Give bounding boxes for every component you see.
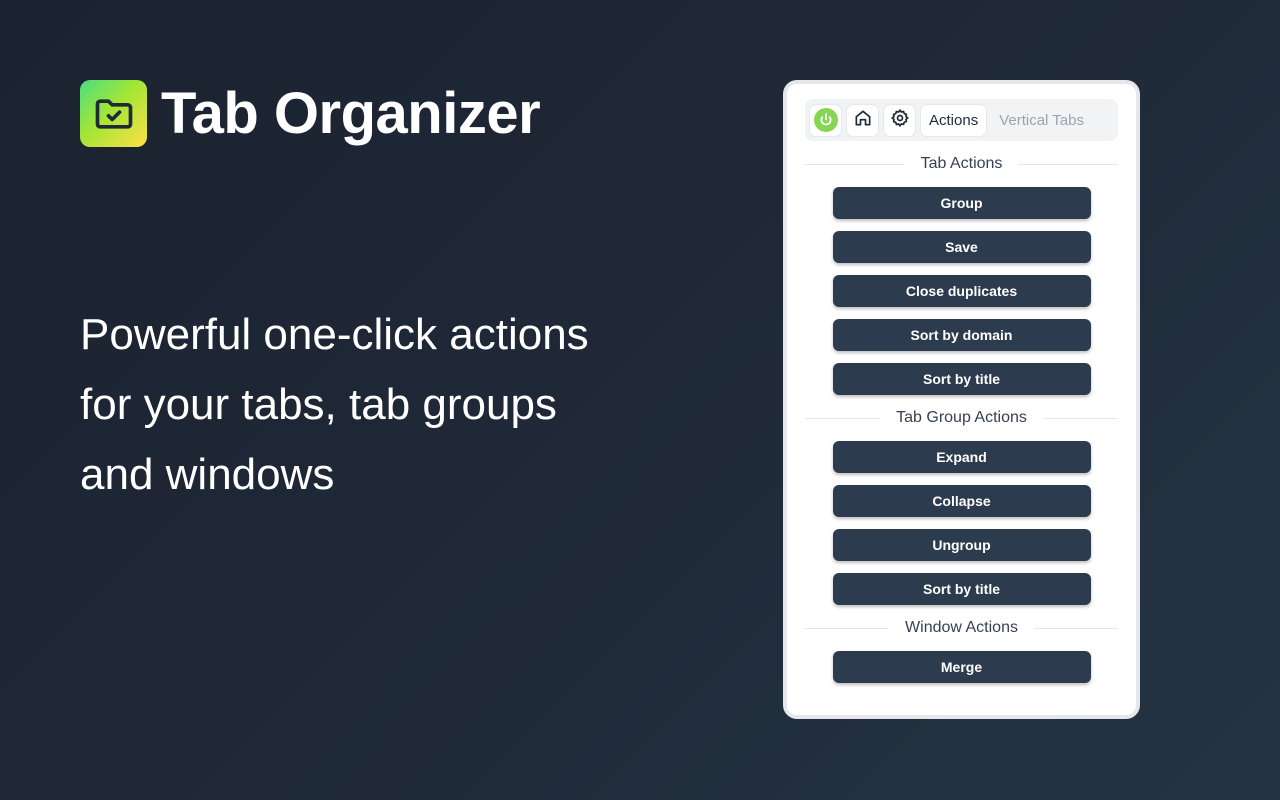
brand: Tab Organizer <box>80 80 541 147</box>
power-toggle-button[interactable] <box>809 103 842 137</box>
popup-toolbar: Actions Vertical Tabs <box>805 99 1118 141</box>
close-duplicates-button[interactable]: Close duplicates <box>832 275 1091 307</box>
power-icon <box>813 108 838 132</box>
sort-tabs-by-title-button[interactable]: Sort by title <box>832 363 1091 395</box>
tab-actions[interactable]: Actions <box>920 103 988 137</box>
collapse-button[interactable]: Collapse <box>832 485 1091 517</box>
section-title-window-actions: Window Actions <box>805 617 1118 639</box>
tab-group-actions-list: Expand Collapse Ungroup Sort by title <box>805 441 1118 605</box>
sort-by-domain-button[interactable]: Sort by domain <box>832 319 1091 351</box>
home-icon <box>853 108 873 133</box>
group-button[interactable]: Group <box>832 187 1091 219</box>
merge-button[interactable]: Merge <box>832 651 1091 683</box>
section-title-label: Window Actions <box>905 619 1018 636</box>
extension-popup: Actions Vertical Tabs Tab Actions Group … <box>783 80 1140 719</box>
section-title-tab-group-actions: Tab Group Actions <box>805 407 1118 429</box>
tab-vertical-tabs[interactable]: Vertical Tabs <box>991 104 1092 137</box>
gear-icon <box>890 108 910 133</box>
sort-groups-by-title-button[interactable]: Sort by title <box>832 573 1091 605</box>
section-title-tab-actions: Tab Actions <box>805 153 1118 175</box>
tagline-line: for your tabs, tab groups <box>80 380 557 429</box>
section-title-label: Tab Actions <box>920 155 1003 172</box>
expand-button[interactable]: Expand <box>832 441 1091 473</box>
tagline-line: Powerful one-click actions <box>80 310 589 359</box>
ungroup-button[interactable]: Ungroup <box>832 529 1091 561</box>
tagline-line: and windows <box>80 450 335 499</box>
home-button[interactable] <box>846 103 879 137</box>
tab-actions-list: Group Save Close duplicates Sort by doma… <box>805 187 1118 395</box>
settings-button[interactable] <box>883 103 916 137</box>
app-title: Tab Organizer <box>161 81 541 146</box>
save-button[interactable]: Save <box>832 231 1091 263</box>
section-title-label: Tab Group Actions <box>896 409 1027 426</box>
window-actions-list: Merge <box>805 651 1118 683</box>
folder-check-icon <box>80 80 147 147</box>
tagline: Powerful one-click actions for your tabs… <box>80 300 720 510</box>
